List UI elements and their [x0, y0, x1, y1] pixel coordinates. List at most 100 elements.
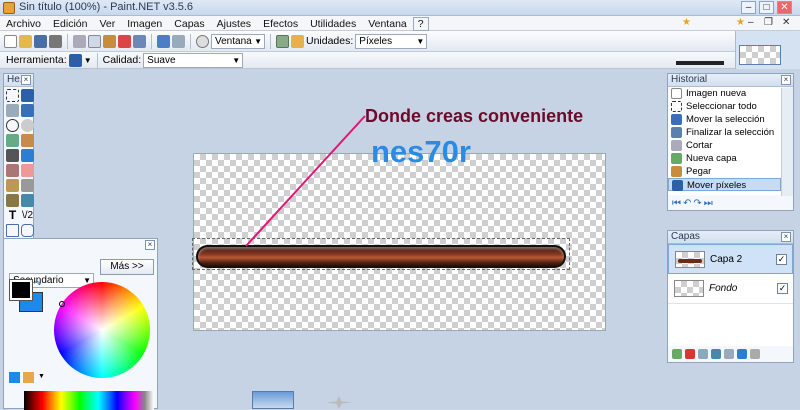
close-icon[interactable]: ×	[21, 75, 31, 85]
colors-panel: × Secundario ▼ Más >> ↷ ▼	[3, 238, 158, 410]
gradient-icon[interactable]	[21, 149, 34, 162]
zoom-icon[interactable]	[196, 34, 209, 48]
ellipse-select-icon[interactable]	[6, 119, 19, 132]
copy-icon[interactable]	[88, 34, 101, 48]
panel-title: Capas ×	[668, 231, 793, 244]
palette-icon[interactable]	[9, 372, 20, 383]
delete-layer-icon[interactable]	[685, 349, 695, 359]
units-select[interactable]: Píxeles ▼	[355, 33, 428, 49]
menu-edicion[interactable]: Edición	[47, 18, 93, 30]
close-button[interactable]: ✕	[777, 1, 792, 14]
swap-colors-icon[interactable]: ↷	[34, 279, 42, 290]
color-palette[interactable]	[24, 391, 154, 410]
undo-icon[interactable]	[157, 34, 170, 48]
menu-efectos[interactable]: Efectos	[257, 18, 304, 30]
zoom-icon[interactable]	[21, 119, 34, 132]
duplicate-layer-icon[interactable]	[698, 349, 708, 359]
layer-thumbnail	[675, 251, 705, 268]
recolor-icon[interactable]	[21, 194, 34, 207]
history-item[interactable]: Cortar	[668, 139, 781, 152]
pencil-icon[interactable]	[6, 179, 19, 192]
menu-imagen[interactable]: Imagen	[121, 18, 168, 30]
menu-ventana[interactable]: Ventana	[362, 18, 413, 30]
rect-select-icon[interactable]	[6, 89, 19, 102]
zoom-select[interactable]: Ventana ▼	[211, 33, 265, 49]
layer-row[interactable]: Fondo ✓	[668, 274, 793, 304]
move-pixels-icon[interactable]	[21, 89, 34, 102]
layer-properties-icon[interactable]	[750, 349, 760, 359]
close-doc-icon[interactable]: ✕	[782, 17, 790, 28]
open-icon[interactable]	[19, 34, 32, 48]
quality-select[interactable]: Suave ▼	[143, 52, 244, 68]
new-icon[interactable]	[4, 34, 17, 48]
min-icon[interactable]: –	[748, 17, 754, 28]
cut-icon[interactable]	[73, 34, 86, 48]
close-icon[interactable]: ×	[145, 240, 155, 250]
menu-ajustes[interactable]: Ajustes	[211, 18, 257, 30]
lasso-icon[interactable]	[6, 104, 19, 117]
restore-icon[interactable]: ❐	[764, 17, 773, 28]
color-wheel[interactable]	[54, 282, 150, 378]
taskbar-thumbnail[interactable]	[252, 391, 294, 409]
menu-bar: Archivo Edición Ver Imagen Capas Ajustes…	[0, 16, 800, 31]
close-icon[interactable]: ×	[781, 75, 791, 85]
deselect-icon[interactable]	[133, 34, 146, 48]
history-item[interactable]: Imagen nueva	[668, 87, 781, 100]
primary-color-swatch[interactable]	[9, 279, 33, 301]
history-scrollbar[interactable]	[781, 88, 793, 196]
units-label: Unidades:	[306, 35, 354, 47]
menu-capas[interactable]: Capas	[168, 18, 210, 30]
layer-visibility-checkbox[interactable]: ✓	[777, 283, 788, 294]
history-item-selected[interactable]: Mover píxeles	[668, 178, 781, 191]
merge-layer-icon[interactable]	[711, 349, 721, 359]
minimize-button[interactable]: –	[741, 1, 756, 14]
line-icon[interactable]: \/2	[21, 209, 34, 222]
rectangle-icon[interactable]	[6, 224, 19, 237]
ruler-icon[interactable]	[291, 34, 304, 48]
menu-archivo[interactable]: Archivo	[0, 18, 47, 30]
brush-icon[interactable]	[6, 164, 19, 177]
history-item[interactable]: Pegar	[668, 165, 781, 178]
print-icon[interactable]	[49, 34, 62, 48]
layer-row-selected[interactable]: Capa 2 ✓	[668, 244, 793, 274]
maximize-button[interactable]: □	[759, 1, 774, 14]
chevron-down-icon[interactable]: ▼	[38, 373, 45, 380]
more-button[interactable]: Más >>	[100, 259, 154, 275]
layer-visibility-checkbox[interactable]: ✓	[776, 254, 787, 265]
color-picker-icon[interactable]	[21, 179, 34, 192]
crop-icon[interactable]	[118, 34, 131, 48]
redo-icon[interactable]	[172, 34, 185, 48]
move-up-icon[interactable]	[724, 349, 734, 359]
history-panel: Historial × Imagen nueva Seleccionar todo…	[667, 73, 794, 211]
grid-icon[interactable]	[276, 34, 289, 48]
history-item[interactable]: Finalizar la selección	[668, 126, 781, 139]
pan-icon[interactable]	[21, 134, 34, 147]
close-icon[interactable]: ×	[781, 232, 791, 242]
watermark-text: nes70r	[371, 134, 471, 169]
history-item[interactable]: Nueva capa	[668, 152, 781, 165]
rounded-rect-icon[interactable]	[21, 224, 34, 237]
menu-utilidades[interactable]: Utilidades	[304, 18, 362, 30]
magic-wand-icon[interactable]	[6, 134, 19, 147]
eraser-icon[interactable]	[21, 164, 34, 177]
save-icon[interactable]	[34, 34, 47, 48]
move-selection-icon[interactable]	[21, 104, 34, 117]
chevron-down-icon[interactable]: ▼	[84, 56, 92, 65]
history-controls[interactable]: ⏮↶↷⏭	[672, 198, 715, 209]
text-icon[interactable]: T	[6, 209, 19, 222]
menu-help[interactable]: ?	[412, 16, 429, 31]
clone-stamp-icon[interactable]	[6, 194, 19, 207]
menu-ver[interactable]: Ver	[93, 18, 121, 30]
bucket-icon[interactable]	[6, 149, 19, 162]
color-wheel-cursor[interactable]	[59, 301, 65, 307]
history-item[interactable]: Mover la selección	[668, 113, 781, 126]
thumbnail-active[interactable]	[739, 45, 781, 65]
thumbnail-other[interactable]	[676, 61, 724, 65]
paste-icon[interactable]	[103, 34, 116, 48]
history-item[interactable]: Seleccionar todo	[668, 100, 781, 113]
new-layer-icon	[671, 153, 682, 164]
move-selection-icon[interactable]	[68, 53, 82, 67]
palette-menu-icon[interactable]	[23, 372, 34, 383]
add-layer-icon[interactable]	[672, 349, 682, 359]
move-down-icon[interactable]	[737, 349, 747, 359]
